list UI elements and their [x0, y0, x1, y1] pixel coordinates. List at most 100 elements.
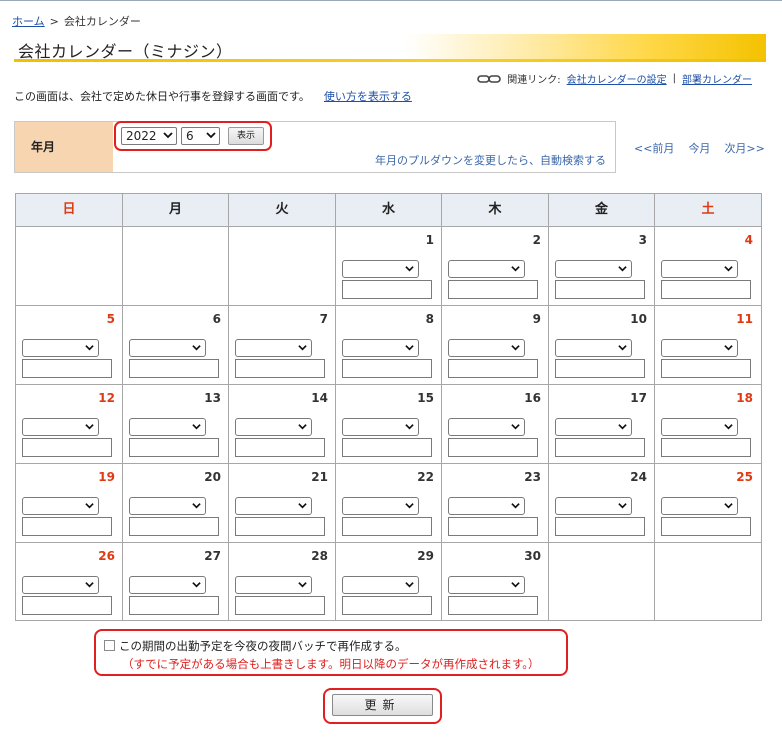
day-event-input[interactable]	[448, 280, 538, 299]
day-event-input[interactable]	[448, 517, 538, 536]
day-number: 19	[98, 470, 115, 484]
title-bar: 会社カレンダー（ミナジン）	[14, 34, 766, 62]
day-event-input[interactable]	[448, 359, 538, 378]
day-event-input[interactable]	[448, 596, 538, 615]
day-event-input[interactable]	[235, 596, 325, 615]
breadcrumb-current: 会社カレンダー	[63, 15, 141, 28]
update-button[interactable]: 更新	[332, 694, 433, 716]
day-event-input[interactable]	[129, 596, 219, 615]
day-number: 4	[744, 233, 753, 247]
day-type-select[interactable]	[661, 260, 738, 278]
day-type-select[interactable]	[129, 339, 206, 357]
day-event-input[interactable]	[661, 359, 751, 378]
day-event-input[interactable]	[342, 517, 432, 536]
weekday-header: 月	[123, 194, 229, 226]
day-type-select[interactable]	[661, 418, 738, 436]
day-number: 5	[106, 312, 115, 326]
day-type-select[interactable]	[661, 497, 738, 515]
day-event-input[interactable]	[342, 280, 432, 299]
day-number: 13	[204, 391, 221, 405]
show-button[interactable]: 表示	[228, 127, 264, 145]
day-event-input[interactable]	[129, 359, 219, 378]
chevron-down-icon	[724, 503, 733, 509]
day-type-select[interactable]	[448, 339, 525, 357]
chevron-down-icon	[618, 424, 627, 430]
grid-hline	[16, 305, 761, 306]
year-select[interactable]: 2022	[121, 127, 177, 145]
day-event-input[interactable]	[555, 280, 645, 299]
day-type-select[interactable]	[448, 576, 525, 594]
day-type-select[interactable]	[342, 260, 419, 278]
day-number: 7	[319, 312, 328, 326]
day-number: 10	[630, 312, 647, 326]
prev-month-link[interactable]: <<前月	[634, 140, 674, 156]
day-type-select[interactable]	[235, 339, 312, 357]
breadcrumb-home-link[interactable]: ホーム	[12, 15, 45, 28]
day-event-input[interactable]	[555, 438, 645, 457]
day-type-select[interactable]	[22, 576, 99, 594]
current-month-link[interactable]: 今月	[688, 140, 710, 156]
department-calendar-link[interactable]: 部署カレンダー	[682, 71, 752, 86]
day-event-input[interactable]	[22, 596, 112, 615]
grid-hline	[16, 384, 761, 385]
chevron-down-icon	[298, 345, 307, 351]
day-event-input[interactable]	[22, 438, 112, 457]
day-event-input[interactable]	[342, 596, 432, 615]
day-event-input[interactable]	[22, 517, 112, 536]
chevron-down-icon	[511, 582, 520, 588]
day-event-input[interactable]	[555, 517, 645, 536]
day-type-select[interactable]	[22, 497, 99, 515]
day-type-select[interactable]	[555, 497, 632, 515]
day-type-select[interactable]	[342, 497, 419, 515]
day-event-input[interactable]	[342, 359, 432, 378]
day-type-select[interactable]	[661, 339, 738, 357]
day-event-input[interactable]	[342, 438, 432, 457]
day-type-select[interactable]	[22, 418, 99, 436]
help-link[interactable]: 使い方を表示する	[324, 90, 412, 103]
day-event-input[interactable]	[22, 359, 112, 378]
day-event-input[interactable]	[235, 359, 325, 378]
weekday-header: 木	[442, 194, 549, 226]
day-type-select[interactable]	[235, 418, 312, 436]
day-number: 29	[417, 549, 434, 563]
day-type-select[interactable]	[555, 260, 632, 278]
regen-checkbox[interactable]	[104, 640, 115, 651]
day-number: 3	[638, 233, 647, 247]
day-type-select[interactable]	[448, 497, 525, 515]
day-type-select[interactable]	[22, 339, 99, 357]
chevron-down-icon	[163, 132, 173, 139]
chevron-down-icon	[85, 582, 94, 588]
day-type-select[interactable]	[342, 418, 419, 436]
intro-text: この画面は、会社で定めた休日や行事を登録する画面です。	[14, 90, 310, 103]
day-event-input[interactable]	[555, 359, 645, 378]
day-event-input[interactable]	[129, 517, 219, 536]
day-event-input[interactable]	[661, 517, 751, 536]
day-event-input[interactable]	[235, 517, 325, 536]
day-event-input[interactable]	[661, 280, 751, 299]
company-calendar-settings-link[interactable]: 会社カレンダーの設定	[567, 71, 667, 86]
day-type-select[interactable]	[342, 576, 419, 594]
chevron-down-icon	[192, 424, 201, 430]
day-type-select[interactable]	[129, 576, 206, 594]
day-type-select[interactable]	[448, 260, 525, 278]
day-type-select[interactable]	[129, 497, 206, 515]
day-event-input[interactable]	[235, 438, 325, 457]
day-number: 1	[425, 233, 434, 247]
day-type-select[interactable]	[129, 418, 206, 436]
day-type-select[interactable]	[235, 497, 312, 515]
regen-checkbox-label: この期間の出勤予定を今夜の夜間バッチで再作成する。	[119, 639, 407, 653]
day-type-select[interactable]	[555, 339, 632, 357]
year-month-label: 年月	[15, 122, 113, 172]
month-select[interactable]: 6	[181, 127, 220, 145]
next-month-link[interactable]: 次月>>	[724, 140, 764, 156]
day-type-select[interactable]	[555, 418, 632, 436]
chevron-down-icon	[511, 503, 520, 509]
day-number: 18	[736, 391, 753, 405]
day-event-input[interactable]	[661, 438, 751, 457]
day-number: 8	[425, 312, 434, 326]
day-type-select[interactable]	[342, 339, 419, 357]
day-type-select[interactable]	[235, 576, 312, 594]
day-type-select[interactable]	[448, 418, 525, 436]
day-event-input[interactable]	[129, 438, 219, 457]
day-event-input[interactable]	[448, 438, 538, 457]
